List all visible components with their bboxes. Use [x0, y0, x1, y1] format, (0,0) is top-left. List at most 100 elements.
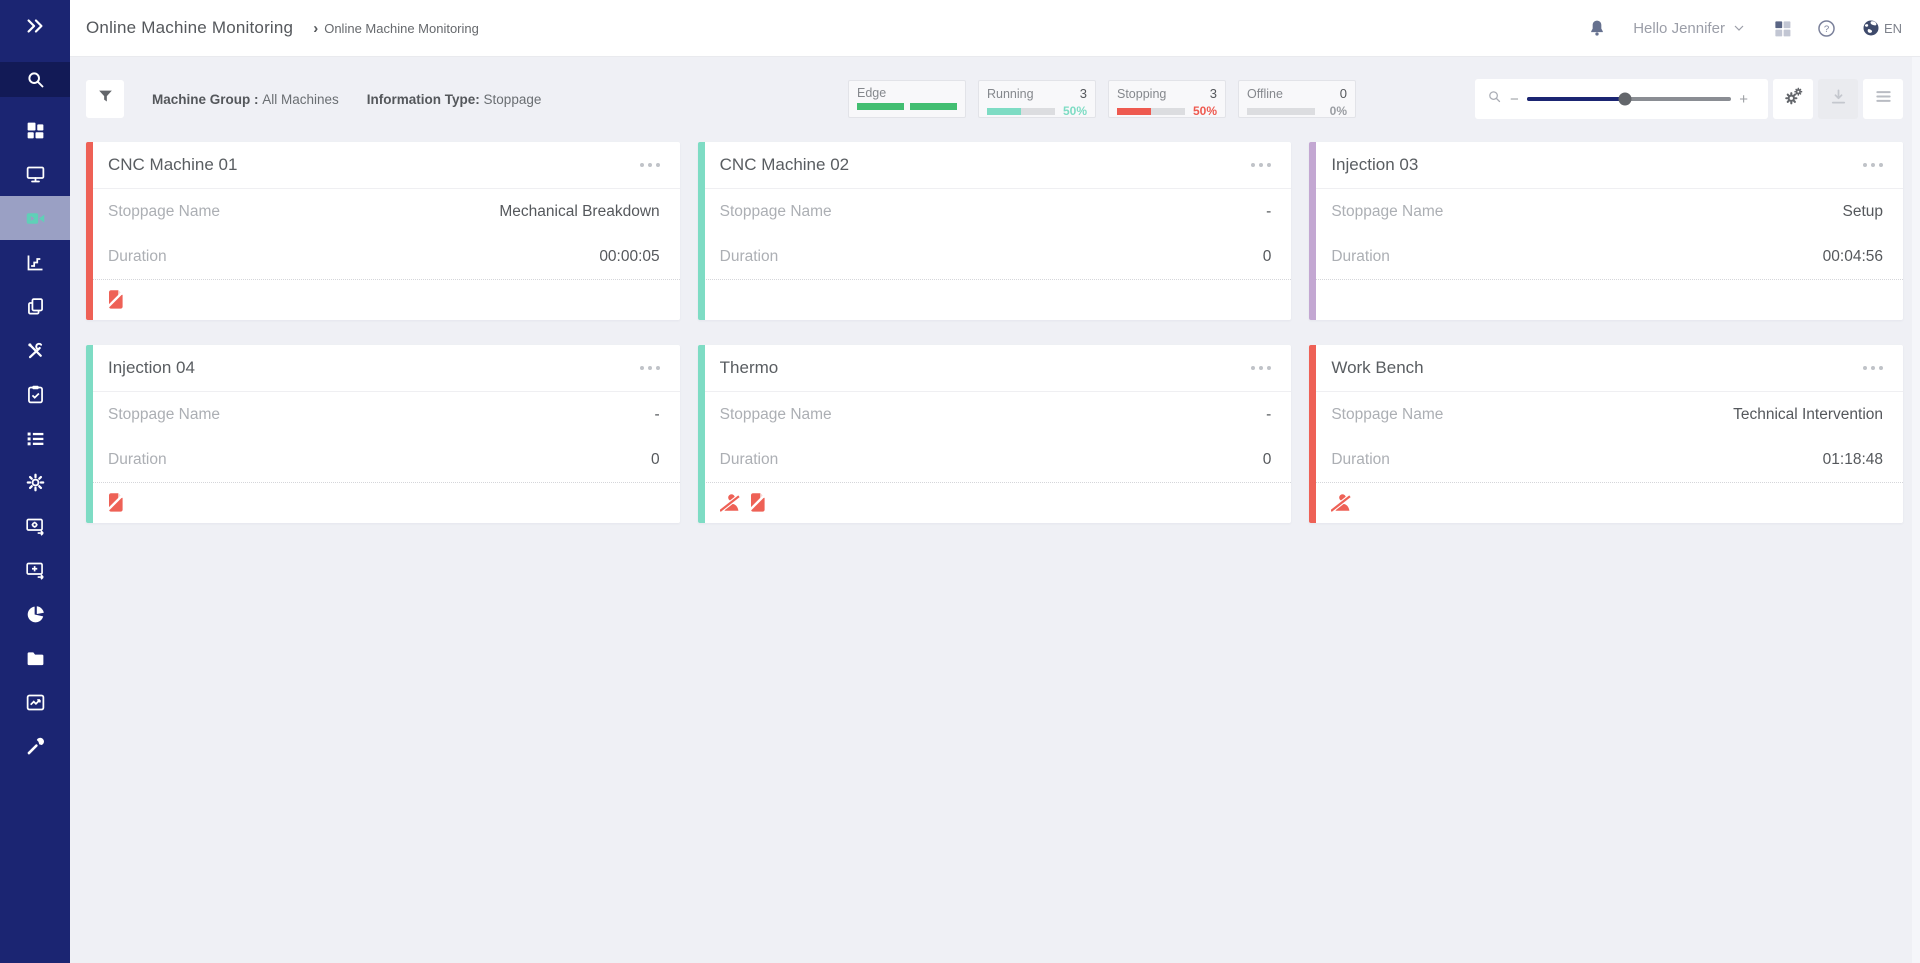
header: Online Machine Monitoring › Online Machi…: [70, 0, 1920, 57]
edge-bars: [857, 103, 957, 110]
sidebar-item-tools[interactable]: [0, 328, 70, 372]
status-percent: 0%: [1321, 104, 1347, 118]
status-percent: 50%: [1191, 104, 1217, 118]
filter-machine-group: Machine Group : All Machines: [152, 92, 339, 107]
download-icon: [1828, 86, 1849, 112]
duration-label: Duration: [108, 248, 599, 266]
card-menu-button[interactable]: [630, 360, 660, 376]
stoppage-name-value: -: [654, 406, 659, 424]
stoppage-name-value: Technical Intervention: [1733, 406, 1883, 424]
breadcrumb-item[interactable]: Online Machine Monitoring: [324, 21, 479, 36]
duration-label: Duration: [720, 451, 1263, 469]
sidebar-item-folder[interactable]: [0, 636, 70, 680]
duration-value: 00:04:56: [1823, 248, 1883, 266]
sidebar-item-clipboard[interactable]: [0, 372, 70, 416]
machine-card: CNC Machine 01Stoppage NameMechanical Br…: [86, 142, 680, 320]
line-chart-icon: [25, 252, 46, 273]
card-menu-button[interactable]: [1853, 157, 1883, 173]
card-footer: [86, 483, 680, 522]
chevron-down-icon[interactable]: [1731, 20, 1747, 36]
status-progress-bar: [987, 108, 1055, 115]
status-strip: [1309, 345, 1316, 523]
scrollbar[interactable]: [1912, 57, 1920, 963]
help-icon[interactable]: ?: [1816, 18, 1837, 39]
stoppage-name-label: Stoppage Name: [1331, 203, 1842, 221]
user-greeting[interactable]: Hello Jennifer: [1633, 20, 1725, 37]
copy-icon: [25, 296, 46, 317]
stoppage-name-value: -: [1266, 203, 1271, 221]
download-button[interactable]: [1818, 79, 1858, 119]
machine-card: Injection 04Stoppage Name-Duration0: [86, 345, 680, 523]
duration-value: 0: [651, 451, 660, 469]
card-menu-button[interactable]: [1241, 360, 1271, 376]
pie-chart-icon: [25, 604, 46, 625]
sidebar-item-search[interactable]: [0, 62, 70, 97]
status-strip: [86, 142, 93, 320]
sidebar-expand-button[interactable]: [0, 0, 70, 57]
card-menu-button[interactable]: [1241, 157, 1271, 173]
apps-grid-icon[interactable]: [1773, 19, 1792, 38]
sidebar-item-list[interactable]: [0, 416, 70, 460]
filter-button[interactable]: [86, 80, 124, 118]
status-box-offline: Offline00%: [1238, 80, 1356, 118]
status-count: 3: [1210, 86, 1217, 101]
sidebar-item-copy[interactable]: [0, 284, 70, 328]
filter-information-type: Information Type: Stoppage: [367, 92, 542, 107]
duration-label: Duration: [1331, 451, 1822, 469]
person-slash-icon: [720, 494, 740, 512]
settings-gears-button[interactable]: [1773, 79, 1813, 119]
sidebar-item-monitor-gear[interactable]: [0, 504, 70, 548]
funnel-icon: [96, 87, 115, 111]
document-slash-icon: [108, 493, 123, 512]
sidebar-item-pie-chart[interactable]: [0, 592, 70, 636]
globe-icon[interactable]: [1861, 18, 1881, 38]
sidebar-item-monitor[interactable]: [0, 152, 70, 196]
sidebar-item-monitor-plus[interactable]: [0, 548, 70, 592]
sidebar-item-dashboard[interactable]: [0, 108, 70, 152]
tools-icon: [25, 340, 46, 361]
sidebar-item-machine-monitoring[interactable]: [0, 196, 70, 240]
status-box-edge: Edge: [848, 80, 966, 118]
chevrons-right-icon: [24, 15, 46, 42]
machine-cards-grid: CNC Machine 01Stoppage NameMechanical Br…: [86, 142, 1903, 523]
trend-chart-icon: [25, 692, 46, 713]
machine-card: ThermoStoppage Name-Duration0: [698, 345, 1292, 523]
status-count: 3: [1080, 86, 1087, 101]
status-progress-bar: [1247, 108, 1315, 115]
machine-name: Injection 03: [1331, 155, 1853, 175]
sidebar-item-line-chart[interactable]: [0, 240, 70, 284]
notifications-bell-icon[interactable]: [1587, 18, 1607, 39]
duration-value: 01:18:48: [1823, 451, 1883, 469]
dashboard-icon: [25, 120, 46, 141]
duration-value: 00:00:05: [599, 248, 659, 266]
stoppage-name-label: Stoppage Name: [108, 203, 499, 221]
settings-icon: [25, 472, 46, 493]
list-view-button[interactable]: [1863, 79, 1903, 119]
clipboard-icon: [25, 384, 46, 405]
card-menu-button[interactable]: [1853, 360, 1883, 376]
zoom-in-button[interactable]: +: [1731, 91, 1756, 108]
monitor-gear-icon: [25, 516, 46, 537]
machine-name: Thermo: [720, 358, 1242, 378]
document-slash-icon: [750, 493, 765, 512]
zoom-slider[interactable]: [1527, 97, 1731, 101]
status-summary: EdgeRunning350%Stopping350%Offline00%: [848, 80, 1356, 118]
card-footer: [86, 280, 680, 319]
status-label: Stopping: [1117, 87, 1166, 101]
duration-label: Duration: [108, 451, 651, 469]
language-label[interactable]: EN: [1884, 21, 1902, 36]
magnifier-icon: [1487, 89, 1502, 109]
machine-name: CNC Machine 01: [108, 155, 630, 175]
person-slash-icon: [1331, 494, 1351, 512]
sidebar-item-wrench[interactable]: [0, 724, 70, 768]
zoom-out-button[interactable]: −: [1502, 91, 1527, 108]
sidebar-item-trend-chart[interactable]: [0, 680, 70, 724]
main-content: Machine Group : All Machines Information…: [70, 57, 1920, 963]
monitor-icon: [25, 164, 46, 185]
monitor-plus-icon: [25, 560, 46, 581]
zoom-slider-thumb[interactable]: [1618, 93, 1631, 106]
status-label: Running: [987, 87, 1034, 101]
card-menu-button[interactable]: [630, 157, 660, 173]
sidebar-item-settings[interactable]: [0, 460, 70, 504]
status-box-running: Running350%: [978, 80, 1096, 118]
